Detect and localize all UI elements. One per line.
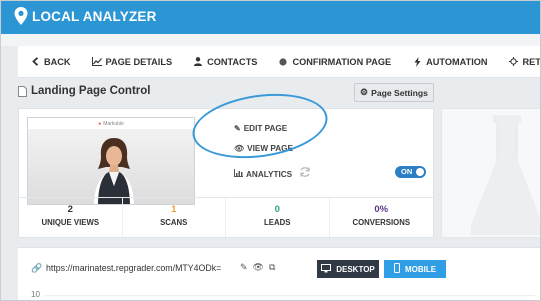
- toggle-label: ON: [401, 167, 413, 176]
- bar-chart-icon: [234, 169, 243, 179]
- gear-icon: ⚙: [360, 87, 369, 97]
- phone-icon: [393, 263, 400, 275]
- analytics-row: ANALYTICS: [234, 169, 292, 179]
- stat-value: 0%: [374, 204, 389, 215]
- page-preview-thumbnail[interactable]: ● Markuble: [27, 117, 195, 205]
- nav-page-details-label: PAGE DETAILS: [105, 56, 173, 67]
- nav-automation-label: AUTOMATION: [426, 56, 488, 67]
- page-background-band: [1, 34, 540, 46]
- stat-conversions: 0% CONVERSIONS: [330, 198, 434, 237]
- url-card: 🔗 https://marinatest.repgrader.com/MTY4O…: [18, 247, 540, 300]
- toggle-knob: [416, 168, 424, 176]
- nav-page-details[interactable]: PAGE DETAILS: [91, 56, 173, 67]
- circle-icon: [278, 57, 288, 67]
- chart-gridline: [45, 295, 535, 296]
- nav-contacts-label: CONTACTS: [207, 56, 258, 67]
- document-icon: [18, 86, 27, 97]
- stat-label: LEADS: [264, 218, 291, 227]
- app-frame: LOCAL ANALYZER BACK PAGE DETAILS CONTACT…: [0, 0, 541, 301]
- stats-row: 2 UNIQUE VIEWS 1 SCANS 0 LEADS 0% CONVER…: [19, 197, 433, 237]
- preview-brand: Markuble: [103, 120, 124, 127]
- page-settings-button[interactable]: ⚙ Page Settings: [354, 83, 434, 102]
- person-photo: [94, 138, 134, 204]
- page-settings-label: Page Settings: [371, 87, 428, 98]
- ab-test-panel: [441, 108, 540, 238]
- line-chart-icon: [91, 57, 102, 67]
- flask-icon: [471, 115, 540, 235]
- monitor-icon: [321, 263, 332, 275]
- link-icon: 🔗: [31, 263, 43, 273]
- stat-label: CONVERSIONS: [352, 218, 411, 227]
- url-tools: ✎ 👁 ⧉: [240, 262, 275, 273]
- chevron-left-icon: [30, 57, 40, 67]
- copy-icon[interactable]: ⧉: [269, 262, 275, 273]
- stat-label: SCANS: [160, 218, 188, 227]
- stat-label: UNIQUE VIEWS: [41, 218, 100, 227]
- nav-contacts[interactable]: CONTACTS: [193, 57, 257, 67]
- nav-retargeting-label: RETARGETING: [522, 56, 541, 67]
- mobile-label: MOBILE: [404, 264, 437, 274]
- user-icon: [193, 57, 203, 67]
- page-nav: BACK PAGE DETAILS CONTACTS CONFIRMATION …: [18, 46, 541, 78]
- page-url[interactable]: https://marinatest.repgrader.com/MTY4ODk…: [46, 263, 221, 273]
- app-title: LOCAL ANALYZER: [32, 8, 157, 24]
- app-logo[interactable]: LOCAL ANALYZER: [14, 7, 157, 25]
- nav-retargeting[interactable]: RETARGETING: [509, 56, 541, 67]
- nav-back[interactable]: BACK: [30, 57, 71, 67]
- stat-scans: 1 SCANS: [123, 198, 226, 237]
- analytics-label: ANALYTICS: [246, 169, 293, 179]
- edit-icon[interactable]: ✎: [240, 262, 248, 273]
- analytics-toggle[interactable]: ON: [395, 166, 426, 178]
- stat-leads: 0 LEADS: [226, 198, 330, 237]
- stat-unique-views: 2 UNIQUE VIEWS: [19, 198, 123, 237]
- stat-value: 2: [67, 204, 73, 215]
- desktop-label: DESKTOP: [336, 264, 375, 274]
- map-pin-icon: [14, 7, 28, 25]
- bolt-icon: [412, 56, 422, 67]
- nav-confirmation-page[interactable]: CONFIRMATION PAGE: [278, 57, 391, 67]
- preview-header: ● Markuble: [28, 118, 194, 129]
- brand-mark-icon: ●: [98, 120, 102, 127]
- chart-y-tick: 10: [31, 290, 40, 299]
- nav-confirmation-page-label: CONFIRMATION PAGE: [292, 56, 392, 67]
- stat-value: 0: [274, 204, 280, 215]
- stat-value: 1: [171, 204, 177, 215]
- crosshair-icon: [509, 57, 519, 67]
- nav-automation[interactable]: AUTOMATION: [412, 56, 488, 67]
- section-title: Landing Page Control: [31, 85, 151, 97]
- mobile-button[interactable]: MOBILE: [384, 260, 446, 278]
- eye-icon[interactable]: 👁: [253, 262, 264, 273]
- top-bar: LOCAL ANALYZER: [1, 1, 540, 34]
- refresh-icon[interactable]: [299, 166, 311, 178]
- desktop-button[interactable]: DESKTOP: [317, 260, 379, 278]
- nav-back-label: BACK: [44, 56, 71, 67]
